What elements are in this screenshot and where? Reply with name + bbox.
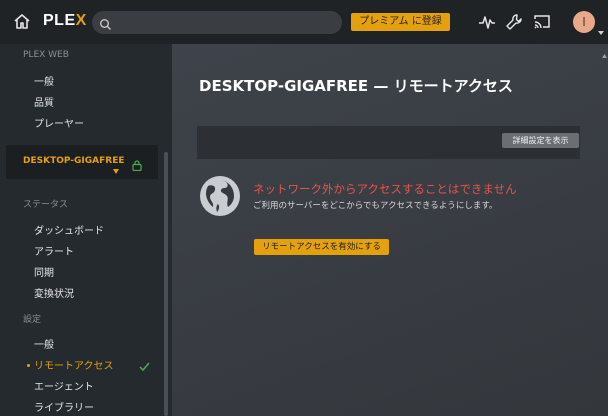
logo-x: X <box>75 12 87 29</box>
server-name: DESKTOP-GIGAFREE <box>23 156 125 166</box>
server-selector[interactable]: DESKTOP-GIGAFREE <box>6 145 158 179</box>
avatar[interactable]: I <box>573 11 595 33</box>
cast-icon[interactable] <box>532 12 552 32</box>
search-icon <box>99 16 112 30</box>
sidebar-item-dashboard[interactable]: ダッシュボード <box>34 222 104 237</box>
wrench-icon[interactable] <box>504 12 524 32</box>
globe-icon <box>198 174 242 218</box>
plex-logo[interactable]: PLEX <box>43 12 87 30</box>
sidebar-item-sync[interactable]: 同期 <box>34 264 54 279</box>
active-indicator <box>27 364 30 367</box>
sidebar-item-agents[interactable]: エージェント <box>34 378 94 393</box>
caret-down-icon <box>113 159 119 174</box>
sidebar-item-player[interactable]: プレーヤー <box>34 115 84 130</box>
sidebar-item-library[interactable]: ライブラリー <box>34 399 94 414</box>
logo-text: PLE <box>43 12 76 29</box>
chevron-down-icon[interactable] <box>598 20 604 35</box>
check-icon <box>139 357 150 372</box>
top-bar: PLEX プレミアム に登録 I <box>0 0 608 44</box>
section-status: ステータス <box>23 200 69 210</box>
sidebar-item-general[interactable]: 一般 <box>34 336 54 351</box>
main-content: DESKTOP-GIGAFREE — リモートアクセス 詳細設定を表示 ネットワ… <box>172 44 608 416</box>
lock-icon <box>132 156 142 172</box>
section-plex-web: PLEX WEB <box>23 50 69 60</box>
remote-access-description: ご利用のサーバーをどこからでもアクセスできるようにします。 <box>253 201 498 211</box>
show-advanced-button[interactable]: 詳細設定を表示 <box>502 133 579 148</box>
home-icon[interactable] <box>12 12 32 32</box>
sidebar-item-remote-access[interactable]: リモートアクセス <box>34 357 114 372</box>
sidebar-item-transcode-status[interactable]: 変換状況 <box>34 285 74 300</box>
remote-access-status: ネットワーク外からアクセスすることはできません <box>253 182 517 196</box>
scroll-up-icon[interactable] <box>601 44 608 58</box>
settings-toolbar: 詳細設定を表示 <box>197 126 580 159</box>
sidebar-scrollbar[interactable] <box>164 152 168 416</box>
section-settings: 設定 <box>23 315 42 325</box>
page-title: DESKTOP-GIGAFREE — リモートアクセス <box>199 77 513 95</box>
activity-icon[interactable] <box>477 12 497 32</box>
sidebar-item-general-web[interactable]: 一般 <box>34 73 54 88</box>
sidebar-item-quality[interactable]: 品質 <box>34 94 54 109</box>
premium-button[interactable]: プレミアム に登録 <box>351 13 450 31</box>
sidebar-item-alerts[interactable]: アラート <box>34 243 74 258</box>
search-input[interactable] <box>92 11 342 34</box>
enable-remote-access-button[interactable]: リモートアクセスを有効にする <box>254 239 389 255</box>
